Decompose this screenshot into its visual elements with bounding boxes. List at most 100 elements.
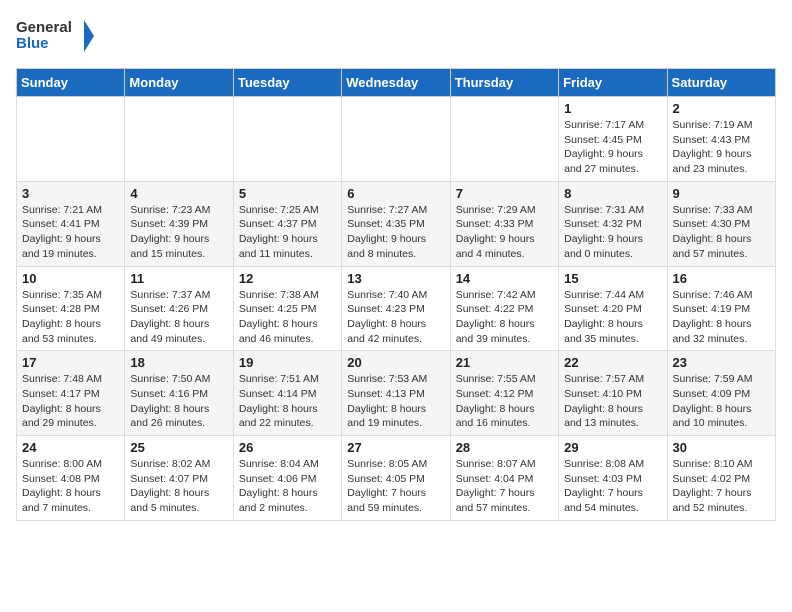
calendar-cell: 21 Sunrise: 7:55 AMSunset: 4:12 PMDayligh… — [450, 351, 558, 436]
day-detail: Sunrise: 7:33 AMSunset: 4:30 PMDaylight:… — [673, 203, 770, 262]
day-detail: Sunrise: 7:17 AMSunset: 4:45 PMDaylight:… — [564, 118, 661, 177]
header: GeneralBlue — [16, 16, 776, 56]
weekday-header-friday: Friday — [559, 69, 667, 97]
calendar-cell: 10 Sunrise: 7:35 AMSunset: 4:28 PMDayligh… — [17, 266, 125, 351]
calendar-cell: 30Sunrise: 8:10 AMSunset: 4:02 PMDayligh… — [667, 436, 775, 521]
weekday-header-monday: Monday — [125, 69, 233, 97]
week-row-1: 1Sunrise: 7:17 AMSunset: 4:45 PMDaylight… — [17, 97, 776, 182]
day-detail: Sunrise: 7:37 AMSunset: 4:26 PMDaylight:… — [130, 288, 227, 347]
day-detail: Sunrise: 8:07 AMSunset: 4:04 PMDaylight:… — [456, 457, 553, 516]
day-number: 17 — [22, 355, 119, 370]
svg-text:General: General — [16, 19, 72, 36]
calendar-cell: 20Sunrise: 7:53 AMSunset: 4:13 PMDayligh… — [342, 351, 450, 436]
day-number: 18 — [130, 355, 227, 370]
day-detail: Sunrise: 7:40 AMSunset: 4:23 PMDaylight:… — [347, 288, 444, 347]
weekday-header-thursday: Thursday — [450, 69, 558, 97]
calendar-cell: 17 Sunrise: 7:48 AMSunset: 4:17 PMDayligh… — [17, 351, 125, 436]
day-detail: Sunrise: 7:21 AMSunset: 4:41 PMDaylight:… — [22, 203, 119, 262]
calendar-cell — [450, 97, 558, 182]
calendar-cell: 28 Sunrise: 8:07 AMSunset: 4:04 PMDayligh… — [450, 436, 558, 521]
day-detail: Sunrise: 7:35 AMSunset: 4:28 PMDaylight:… — [22, 288, 119, 347]
day-detail: Sunrise: 7:23 AMSunset: 4:39 PMDaylight:… — [130, 203, 227, 262]
day-number: 19 — [239, 355, 336, 370]
day-number: 5 — [239, 186, 336, 201]
day-detail: Sunrise: 7:48 AMSunset: 4:17 PMDaylight:… — [22, 372, 119, 431]
day-number: 22 — [564, 355, 661, 370]
week-row-2: 3 Sunrise: 7:21 AMSunset: 4:41 PMDaylight… — [17, 181, 776, 266]
day-number: 15 — [564, 271, 661, 286]
logo: GeneralBlue — [16, 16, 96, 56]
day-number: 9 — [673, 186, 770, 201]
calendar-cell: 1Sunrise: 7:17 AMSunset: 4:45 PMDaylight… — [559, 97, 667, 182]
day-detail: Sunrise: 7:57 AMSunset: 4:10 PMDaylight:… — [564, 372, 661, 431]
day-number: 28 — [456, 440, 553, 455]
day-detail: Sunrise: 7:42 AMSunset: 4:22 PMDaylight:… — [456, 288, 553, 347]
day-detail: Sunrise: 8:02 AMSunset: 4:07 PMDaylight:… — [130, 457, 227, 516]
day-number: 25 — [130, 440, 227, 455]
day-detail: Sunrise: 7:51 AMSunset: 4:14 PMDaylight:… — [239, 372, 336, 431]
weekday-header-row: SundayMondayTuesdayWednesdayThursdayFrid… — [17, 69, 776, 97]
calendar-cell: 16Sunrise: 7:46 AMSunset: 4:19 PMDayligh… — [667, 266, 775, 351]
day-number: 6 — [347, 186, 444, 201]
day-detail: Sunrise: 8:00 AMSunset: 4:08 PMDaylight:… — [22, 457, 119, 516]
calendar-cell: 8 Sunrise: 7:31 AMSunset: 4:32 PMDaylight… — [559, 181, 667, 266]
day-detail: Sunrise: 7:55 AMSunset: 4:12 PMDaylight:… — [456, 372, 553, 431]
weekday-header-tuesday: Tuesday — [233, 69, 341, 97]
day-detail: Sunrise: 7:31 AMSunset: 4:32 PMDaylight:… — [564, 203, 661, 262]
week-row-3: 10 Sunrise: 7:35 AMSunset: 4:28 PMDayligh… — [17, 266, 776, 351]
day-detail: Sunrise: 7:25 AMSunset: 4:37 PMDaylight:… — [239, 203, 336, 262]
day-detail: Sunrise: 8:08 AMSunset: 4:03 PMDaylight:… — [564, 457, 661, 516]
calendar-cell: 13 Sunrise: 7:40 AMSunset: 4:23 PMDayligh… — [342, 266, 450, 351]
calendar-cell: 15 Sunrise: 7:44 AMSunset: 4:20 PMDayligh… — [559, 266, 667, 351]
day-number: 14 — [456, 271, 553, 286]
weekday-header-wednesday: Wednesday — [342, 69, 450, 97]
day-number: 10 — [22, 271, 119, 286]
calendar-cell: 5 Sunrise: 7:25 AMSunset: 4:37 PMDaylight… — [233, 181, 341, 266]
calendar-cell — [233, 97, 341, 182]
day-detail: Sunrise: 7:44 AMSunset: 4:20 PMDaylight:… — [564, 288, 661, 347]
day-detail: Sunrise: 7:29 AMSunset: 4:33 PMDaylight:… — [456, 203, 553, 262]
calendar-cell — [17, 97, 125, 182]
calendar-cell: 12 Sunrise: 7:38 AMSunset: 4:25 PMDayligh… — [233, 266, 341, 351]
calendar-cell: 24 Sunrise: 8:00 AMSunset: 4:08 PMDayligh… — [17, 436, 125, 521]
calendar-cell: 9 Sunrise: 7:33 AMSunset: 4:30 PMDaylight… — [667, 181, 775, 266]
day-number: 21 — [456, 355, 553, 370]
day-number: 7 — [456, 186, 553, 201]
week-row-4: 17 Sunrise: 7:48 AMSunset: 4:17 PMDayligh… — [17, 351, 776, 436]
day-number: 16 — [673, 271, 770, 286]
calendar-cell: 3 Sunrise: 7:21 AMSunset: 4:41 PMDaylight… — [17, 181, 125, 266]
calendar-cell: 2 Sunrise: 7:19 AMSunset: 4:43 PMDaylight… — [667, 97, 775, 182]
logo-svg: GeneralBlue — [16, 16, 96, 56]
day-number: 30 — [673, 440, 770, 455]
day-number: 20 — [347, 355, 444, 370]
day-number: 4 — [130, 186, 227, 201]
calendar-cell: 18Sunrise: 7:50 AMSunset: 4:16 PMDayligh… — [125, 351, 233, 436]
calendar-cell: 23Sunrise: 7:59 AMSunset: 4:09 PMDayligh… — [667, 351, 775, 436]
calendar-cell: 14 Sunrise: 7:42 AMSunset: 4:22 PMDayligh… — [450, 266, 558, 351]
calendar-cell — [342, 97, 450, 182]
day-number: 29 — [564, 440, 661, 455]
weekday-header-sunday: Sunday — [17, 69, 125, 97]
day-number: 8 — [564, 186, 661, 201]
day-number: 24 — [22, 440, 119, 455]
day-detail: Sunrise: 7:19 AMSunset: 4:43 PMDaylight:… — [673, 118, 770, 177]
calendar-cell: 25 Sunrise: 8:02 AMSunset: 4:07 PMDayligh… — [125, 436, 233, 521]
calendar-cell: 6Sunrise: 7:27 AMSunset: 4:35 PMDaylight… — [342, 181, 450, 266]
calendar-cell: 26Sunrise: 8:04 AMSunset: 4:06 PMDayligh… — [233, 436, 341, 521]
calendar-cell: 29 Sunrise: 8:08 AMSunset: 4:03 PMDayligh… — [559, 436, 667, 521]
day-number: 3 — [22, 186, 119, 201]
day-detail: Sunrise: 7:38 AMSunset: 4:25 PMDaylight:… — [239, 288, 336, 347]
day-number: 2 — [673, 101, 770, 116]
calendar-cell: 11 Sunrise: 7:37 AMSunset: 4:26 PMDayligh… — [125, 266, 233, 351]
calendar: SundayMondayTuesdayWednesdayThursdayFrid… — [16, 68, 776, 521]
day-number: 13 — [347, 271, 444, 286]
day-number: 12 — [239, 271, 336, 286]
calendar-cell — [125, 97, 233, 182]
calendar-cell: 22 Sunrise: 7:57 AMSunset: 4:10 PMDayligh… — [559, 351, 667, 436]
calendar-body: 1Sunrise: 7:17 AMSunset: 4:45 PMDaylight… — [17, 97, 776, 521]
day-detail: Sunrise: 8:04 AMSunset: 4:06 PMDaylight:… — [239, 457, 336, 516]
day-number: 11 — [130, 271, 227, 286]
day-number: 27 — [347, 440, 444, 455]
svg-text:Blue: Blue — [16, 35, 49, 52]
week-row-5: 24 Sunrise: 8:00 AMSunset: 4:08 PMDayligh… — [17, 436, 776, 521]
